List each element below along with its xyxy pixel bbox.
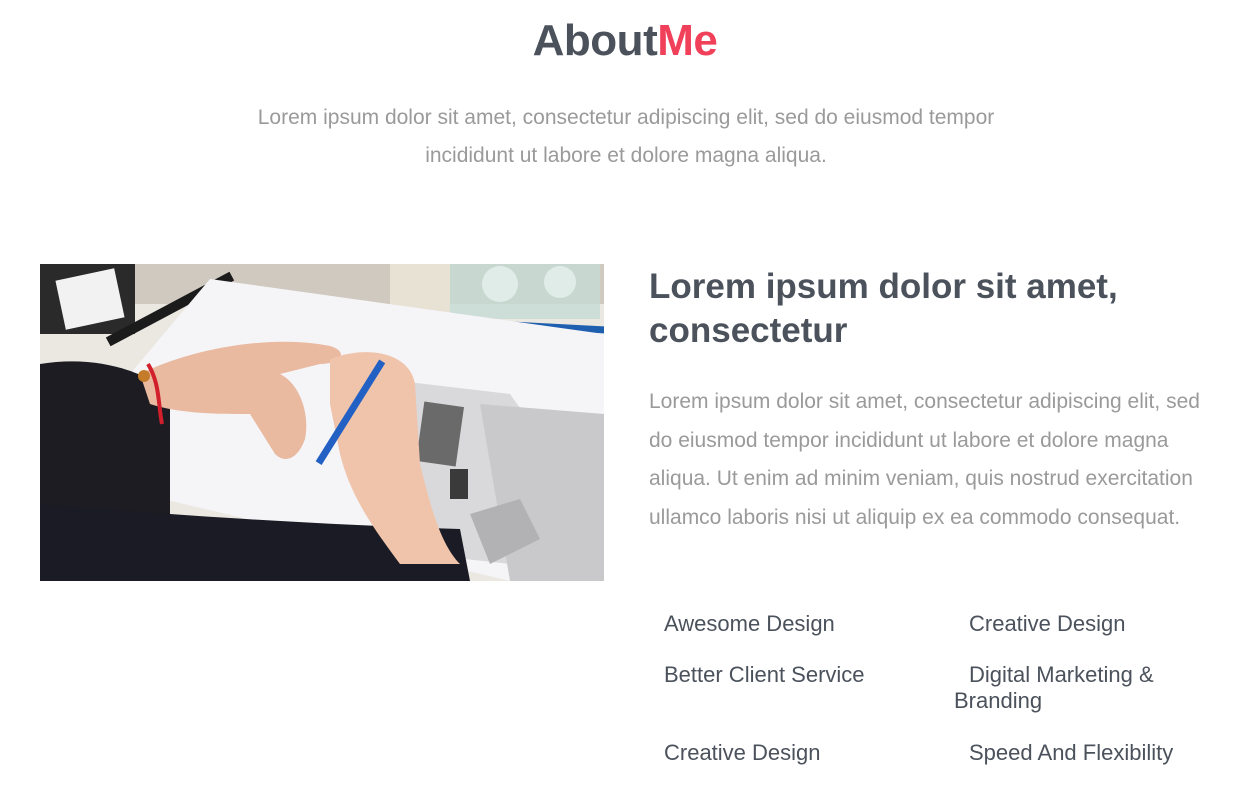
about-subtitle: Lorem ipsum dolor sit amet, consectetur — [649, 267, 1118, 350]
feature-item: Digital Marketing & Branding — [954, 662, 1154, 713]
about-photo — [40, 264, 604, 581]
feature-item: Awesome Design — [664, 611, 835, 636]
feature-item: Creative Design — [664, 740, 821, 765]
title-word-me: Me — [657, 16, 718, 65]
feature-item: Better Client Service — [664, 662, 865, 687]
about-section: AboutMe Lorem ipsum dolor sit amet, cons… — [0, 0, 1250, 810]
feature-item: Speed And Flexibility — [969, 740, 1174, 765]
section-intro: Lorem ipsum dolor sit amet, consectetur … — [257, 106, 995, 167]
title-word-about: About — [532, 16, 658, 65]
feature-item: Creative Design — [969, 611, 1126, 636]
about-body: Lorem ipsum dolor sit amet, consectetur … — [649, 390, 1200, 529]
section-title: AboutMe — [0, 14, 1250, 68]
